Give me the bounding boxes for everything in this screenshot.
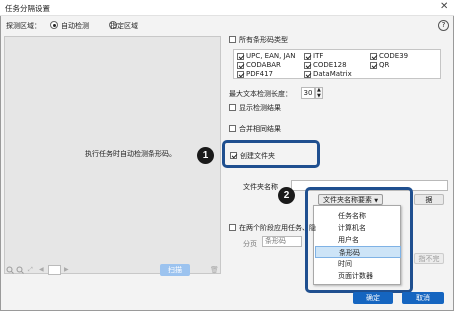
chevron-down-icon: ▼ — [374, 198, 379, 204]
preview-toolbar: ⤢ ◀ ▶ 扫描 🗑 — [4, 264, 221, 276]
folder-name-elements-label: 文件夹名称要素 — [322, 196, 372, 204]
menu-item-time[interactable]: 时间 — [315, 258, 401, 270]
max-text-length-input[interactable]: 30 — [301, 87, 315, 99]
prev-page-icon[interactable]: ◀ — [39, 266, 44, 273]
folder-name-elements-button[interactable]: 文件夹名称要素 ▼ — [318, 194, 383, 205]
zoom-out-icon[interactable] — [16, 266, 24, 274]
barcode-type-list: UPC, EAN, JAN CODABAR PDF417 ITF CODE128… — [233, 49, 441, 79]
split-right-button[interactable]: 指不完 — [414, 253, 444, 264]
split-sub-select[interactable]: 条形码 — [262, 236, 302, 247]
checkbox-merge-same[interactable] — [229, 125, 236, 132]
barcode-datamatrix-label: DataMatrix — [313, 70, 352, 78]
next-page-icon[interactable]: ▶ — [64, 266, 69, 273]
delete-icon[interactable]: 🗑 — [210, 266, 219, 274]
max-text-length-spinner[interactable]: ▲ ▼ — [315, 87, 323, 99]
menu-item-computer-name[interactable]: 计算机名 — [315, 222, 401, 234]
callout-2: 2 — [278, 187, 295, 204]
barcode-upc-ean-jan-label: UPC, EAN, JAN — [246, 52, 296, 60]
radio-auto-detect-label[interactable]: 自动检测 — [61, 21, 89, 31]
menu-item-task-name[interactable]: 任务名称 — [315, 210, 401, 222]
barcode-qr-label: QR — [379, 61, 390, 69]
detection-area-label: 探测区域： — [6, 22, 41, 30]
menu-item-page-counter[interactable]: 页面计数器 — [315, 270, 401, 282]
show-results-label: 显示检测结果 — [239, 104, 281, 112]
radio-specify-area-label[interactable]: 指定区域 — [110, 21, 138, 31]
checkbox-code128[interactable] — [304, 62, 311, 69]
checkbox-two-stage[interactable] — [229, 224, 236, 231]
checkbox-itf[interactable] — [304, 53, 311, 60]
folder-partial-button[interactable]: 据 — [414, 194, 444, 205]
barcode-codabar-label: CODABAR — [246, 61, 281, 69]
split-sub-label: 分页 — [243, 240, 257, 248]
barcode-itf-label: ITF — [313, 52, 324, 60]
checkbox-qr[interactable] — [370, 62, 377, 69]
checkbox-all-barcode-types[interactable] — [229, 36, 236, 43]
close-icon[interactable]: ✕ — [440, 2, 448, 12]
checkbox-upc-ean-jan[interactable] — [237, 53, 244, 60]
merge-same-label: 合并相同结果 — [239, 125, 281, 133]
radio-auto-detect[interactable] — [50, 21, 58, 29]
auto-detect-message: 执行任务时自动检测条形码。 — [85, 150, 176, 158]
title-bar: 任务分隔设置 ✕ — [0, 0, 454, 16]
preview-panel: 执行任务时自动检测条形码。 — [4, 36, 221, 274]
zoom-in-icon[interactable] — [6, 266, 14, 274]
max-text-length-label: 最大文本检测长度： — [229, 90, 292, 98]
menu-item-user-name[interactable]: 用户名 — [315, 234, 401, 246]
folder-elements-menu: 任务名称 计算机名 用户名 条形码 时间 页面计数器 — [313, 205, 401, 285]
barcode-code39-label: CODE39 — [379, 52, 409, 60]
page-number-input[interactable] — [48, 265, 61, 275]
callout-1: 1 — [197, 147, 214, 164]
checkbox-datamatrix[interactable] — [304, 71, 311, 78]
two-stage-label: 在两个阶段应用任务、隐 — [239, 224, 316, 232]
create-folder-label: 创建文件夹 — [240, 152, 275, 160]
checkbox-code39[interactable] — [370, 53, 377, 60]
spinner-down-icon[interactable]: ▼ — [317, 93, 321, 99]
barcode-pdf417-label: PDF417 — [246, 70, 273, 78]
fit-icon[interactable]: ⤢ — [28, 266, 33, 274]
checkbox-create-folder[interactable] — [230, 152, 237, 159]
folder-name-label: 文件夹名称 — [243, 183, 278, 191]
help-icon[interactable]: ? — [438, 20, 449, 31]
checkbox-show-results[interactable] — [229, 104, 236, 111]
window-title: 任务分隔设置 — [5, 4, 50, 13]
ok-button[interactable]: 确定 — [353, 292, 393, 304]
menu-item-barcode[interactable]: 条形码 — [315, 246, 401, 258]
cancel-button[interactable]: 取消 — [402, 292, 444, 304]
checkbox-pdf417[interactable] — [237, 71, 244, 78]
barcode-code128-label: CODE128 — [313, 61, 347, 69]
checkbox-codabar[interactable] — [237, 62, 244, 69]
scan-button[interactable]: 扫描 — [160, 264, 190, 276]
all-barcode-types-label: 所有条形码类型 — [239, 36, 288, 44]
